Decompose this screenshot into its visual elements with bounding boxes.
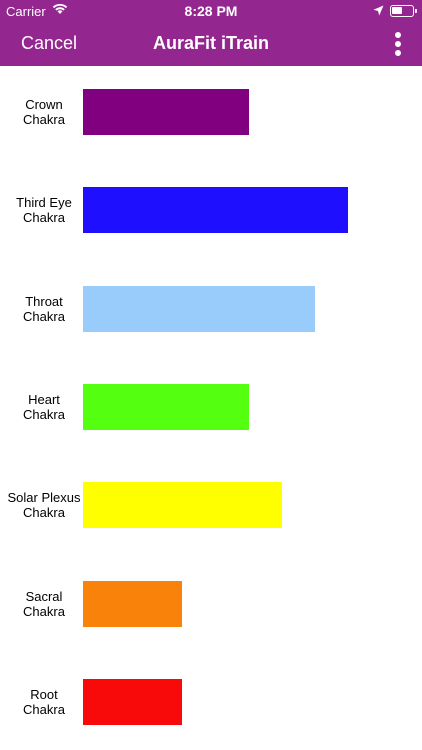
category-label-line: Throat xyxy=(25,293,63,309)
chakra-bar xyxy=(83,89,249,135)
chakra-bar xyxy=(83,482,282,529)
status-time: 8:28 PM xyxy=(184,3,238,19)
category-label-line: Chakra xyxy=(23,505,65,521)
category-label-line: Heart xyxy=(28,391,60,407)
category-label: Root Chakra xyxy=(0,687,88,717)
battery-icon xyxy=(390,5,417,17)
battery-fill xyxy=(392,7,402,14)
battery-nub xyxy=(415,9,417,13)
category-label-line: Third Eye xyxy=(16,195,72,211)
chakra-bar xyxy=(83,187,348,234)
category-label: Solar Plexus Chakra xyxy=(0,490,88,520)
nav-bar: Cancel AuraFit iTrain xyxy=(0,22,422,66)
location-arrow-icon xyxy=(373,4,384,19)
category-label-line: Solar Plexus xyxy=(7,490,81,506)
category-label-line: Chakra xyxy=(23,112,65,127)
category-label-line: Chakra xyxy=(23,210,65,226)
category-label-line: Sacral xyxy=(25,588,63,604)
category-label-line: Chakra xyxy=(23,406,65,422)
chakra-bar xyxy=(83,285,315,332)
category-label-line: Chakra xyxy=(23,701,65,717)
category-label: Heart Chakra xyxy=(0,392,88,422)
category-label-line: Crown xyxy=(25,97,63,112)
chakra-bar-chart: Crown Chakra Third Eye Chakra Throat Chakra He… xyxy=(0,66,422,750)
nav-title: AuraFit iTrain xyxy=(152,33,269,53)
chakra-bar xyxy=(83,678,183,725)
status-bar: Carrier 8:28 PM xyxy=(0,0,422,22)
category-label-line: Chakra xyxy=(23,603,65,619)
chakra-bar xyxy=(83,580,183,627)
category-label: Sacral Chakra xyxy=(0,589,88,619)
category-label: Third Eye Chakra xyxy=(0,195,88,225)
more-vertical-icon[interactable] xyxy=(388,32,408,56)
chakra-bar xyxy=(83,383,249,430)
category-label-line: Chakra xyxy=(23,308,65,324)
category-label: Throat Chakra xyxy=(0,294,88,324)
category-label-line: Root xyxy=(30,686,58,702)
category-label: Crown Chakra xyxy=(0,97,88,127)
